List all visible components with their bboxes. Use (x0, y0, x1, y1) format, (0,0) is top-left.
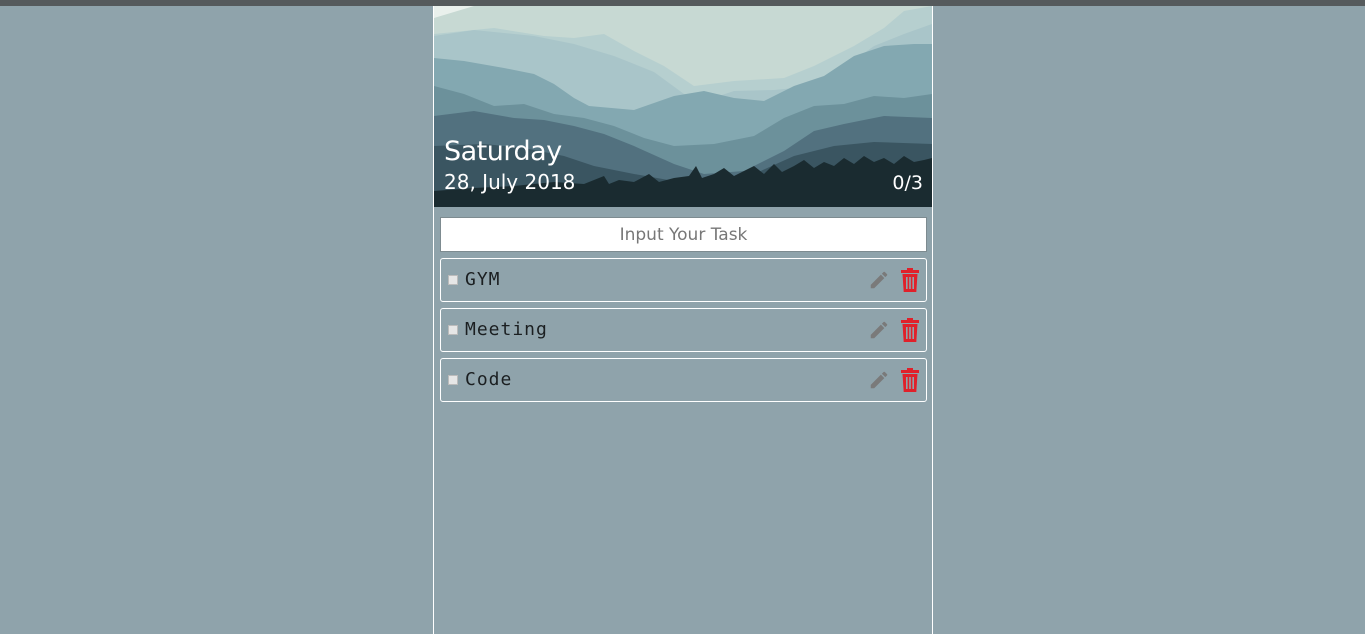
todo-app: Saturday 28, July 2018 0/3 GYM Meeting (433, 6, 933, 634)
progress-counter: 0/3 (892, 172, 923, 194)
task-input[interactable] (440, 217, 927, 252)
task-label: Code (465, 369, 513, 390)
task-label: GYM (465, 269, 501, 290)
task-item: GYM (440, 258, 927, 302)
task-item: Code (440, 358, 927, 402)
pencil-icon[interactable] (868, 369, 890, 391)
pencil-icon[interactable] (868, 319, 890, 341)
task-item: Meeting (440, 308, 927, 352)
date-label: 28, July 2018 (444, 170, 576, 194)
trash-icon[interactable] (900, 318, 920, 342)
header-banner: Saturday 28, July 2018 0/3 (434, 6, 932, 207)
pencil-icon[interactable] (868, 269, 890, 291)
task-checkbox[interactable] (448, 275, 458, 285)
trash-icon[interactable] (900, 368, 920, 392)
task-checkbox[interactable] (448, 325, 458, 335)
task-list: GYM Meeting Code (440, 258, 927, 408)
task-checkbox[interactable] (448, 375, 458, 385)
day-label: Saturday (444, 136, 562, 167)
task-label: Meeting (465, 319, 548, 340)
trash-icon[interactable] (900, 268, 920, 292)
